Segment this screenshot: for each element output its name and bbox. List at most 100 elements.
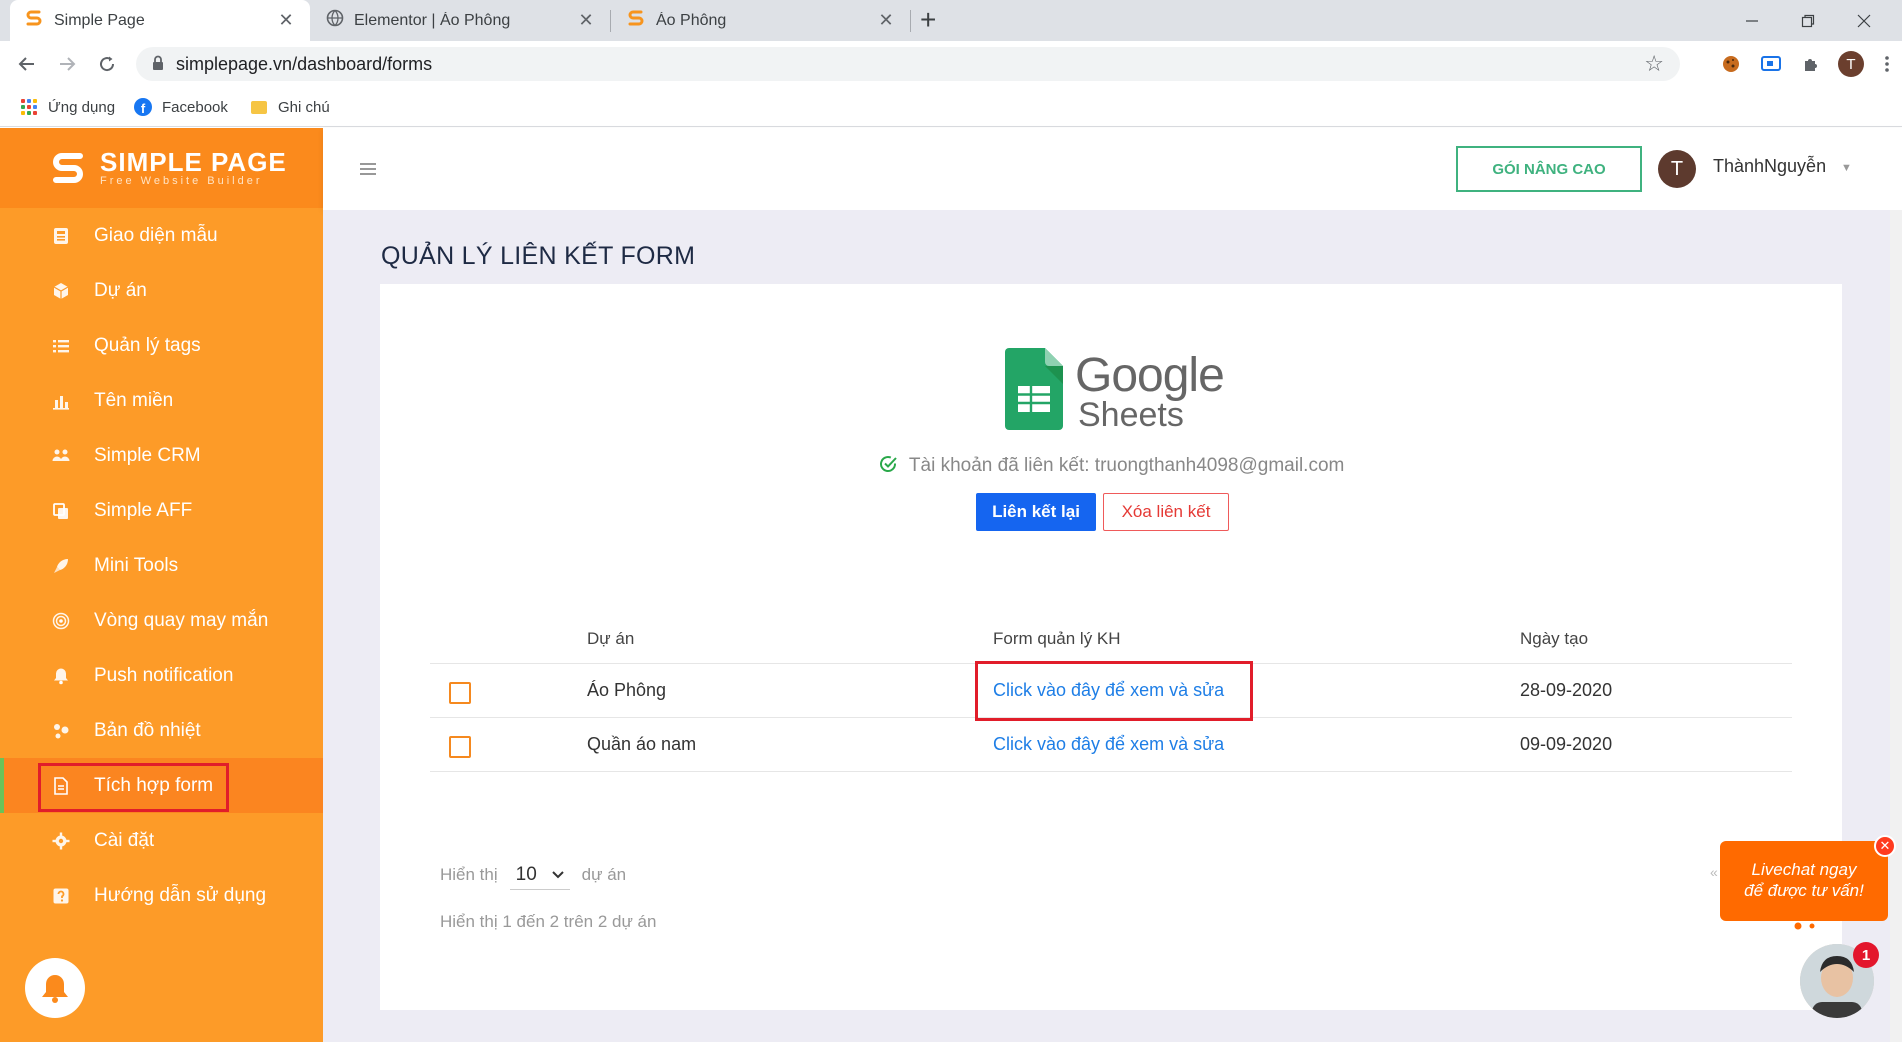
notification-bell-button[interactable] [25,958,85,1018]
sidebar-item-label: Simple CRM [94,444,201,466]
sidebar-item-templates[interactable]: Giao diện mẫu [0,208,323,263]
bar-chart-icon [50,390,72,412]
sidebar-item-label: Vòng quay may mắn [94,609,269,631]
livechat-close-button[interactable]: ✕ [1874,835,1896,857]
project-name: Quần áo nam [587,734,697,754]
brand[interactable]: SIMPLE PAGE Free Website Builder [0,128,323,208]
sidebar-item-push-notification[interactable]: Push notification [0,648,323,703]
table-header: Dự án Form quản lý KH Ngày tạo [430,614,1792,664]
sidebar-item-aff[interactable]: Simple AFF [0,483,323,538]
form-link[interactable]: Click vào đây để xem và sửa [993,718,1224,771]
page-scrollbar[interactable] [1890,210,1902,1042]
list-icon [50,335,72,357]
sidebar-menu: Giao diện mẫu Dự án Quản lý tags Tên miề… [0,208,323,923]
sidebar-item-label: Giao diện mẫu [94,224,218,246]
main-content: QUẢN LÝ LIÊN KẾT FORM Google Sheets Tài … [323,210,1890,1042]
row-checkbox[interactable] [449,681,471,704]
kebab-menu-icon[interactable] [1874,51,1900,77]
row-checkbox[interactable] [449,735,471,758]
sidebar-item-mini-tools[interactable]: Mini Tools [0,538,323,593]
sidebar-item-tags[interactable]: Quản lý tags [0,318,323,373]
google-sheets-logo: Google Sheets [1005,348,1225,438]
browser-tab-bar: Simple Page ✕ Elementor | Áo Phông ✕ Áo … [0,0,1902,41]
chevron-down-icon [551,870,564,878]
chat-tail-dots-icon [1794,922,1815,930]
bookmark-notes[interactable]: Ghi chú [250,95,330,119]
close-window-button[interactable] [1836,0,1892,41]
google-sheets-icon [1005,348,1063,430]
sidebar-item-projects[interactable]: Dự án [0,263,323,318]
pagination-prev-button[interactable]: « [1710,864,1718,880]
tab-close-icon[interactable]: ✕ [276,10,296,31]
sidebar-item-label: Dự án [94,279,147,301]
sidebar-item-label: Bản đồ nhiệt [94,719,201,741]
sidebar-item-lucky-wheel[interactable]: Vòng quay may mắn [0,593,323,648]
tab-close-icon[interactable]: ✕ [876,10,896,31]
highlight-box [975,661,1253,721]
puzzle-extensions-icon[interactable] [1798,51,1824,77]
sidebar-item-settings[interactable]: Cài đặt [0,813,323,868]
forward-button[interactable] [50,47,84,81]
simple-page-favicon-icon [626,8,646,33]
page-title: QUẢN LÝ LIÊN KẾT FORM [381,242,696,270]
sidebar-item-crm[interactable]: Simple CRM [0,428,323,483]
column-header-form: Form quản lý KH [993,628,1121,648]
unit-label: dự án [581,865,627,884]
gear-icon [50,830,72,852]
relink-button[interactable]: Liên kết lại [976,493,1096,531]
bookmark-star-icon[interactable]: ☆ [1644,51,1664,77]
livechat-bubble[interactable]: Livechat ngay để được tư vấn! [1720,841,1888,921]
help-icon [50,885,72,907]
sidebar-item-label: Cài đặt [94,829,155,851]
facebook-icon: f [134,98,152,116]
avatar[interactable]: T [1658,150,1696,188]
livechat-line-2: để được tư vấn! [1744,881,1864,900]
tab-ao-phong[interactable]: Áo Phông ✕ [612,0,910,41]
linked-account-text: Tài khoản đã liên kết: truongthanh4098@g… [908,455,1345,476]
unread-count-badge: 1 [1853,942,1879,968]
sidebar-item-label: Simple AFF [94,499,193,521]
project-name: Áo Phông [587,680,667,700]
row-checkbox-cell [430,718,471,771]
back-button[interactable] [10,47,44,81]
users-icon [50,445,72,467]
profile-avatar[interactable]: T [1838,51,1864,77]
user-name[interactable]: ThànhNguyễn [1713,156,1826,177]
address-bar[interactable]: simplepage.vn/dashboard/forms ☆ [136,47,1680,81]
sidebar-item-heatmap[interactable]: Bản đồ nhiệt [0,703,323,758]
logo-google-text: Google [1075,349,1225,402]
page-size-select[interactable]: 10 [509,860,570,890]
tab-simple-page[interactable]: Simple Page ✕ [10,0,310,41]
cube-icon [50,280,72,302]
maximize-button[interactable] [1780,0,1836,41]
bookmark-apps[interactable]: Ứng dụng [20,95,115,119]
tab-title: Áo Phông [656,11,727,29]
close-icon [1857,14,1871,27]
bookmark-label: Ứng dụng [48,98,116,116]
screen-extension-icon[interactable] [1758,51,1784,77]
sidebar-item-label: Mini Tools [94,554,179,576]
reload-button[interactable] [90,47,124,81]
copy-icon [50,500,72,522]
reload-icon [100,56,115,72]
sidebar-item-help[interactable]: Hướng dẫn sử dụng [0,868,323,923]
menu-toggle-button[interactable] [360,158,376,181]
sidebar-item-label: Tên miền [94,389,174,411]
globe-icon [326,9,344,32]
lock-icon [152,55,164,75]
tab-close-icon[interactable]: ✕ [576,10,596,31]
sidebar-item-label: Push notification [94,664,234,686]
upgrade-button[interactable]: GÓI NÂNG CAO [1456,146,1642,192]
bookmark-facebook[interactable]: f Facebook [134,95,228,119]
unlink-button[interactable]: Xóa liên kết [1103,493,1229,531]
chevron-down-icon[interactable]: ▼ [1841,162,1852,174]
form-link-card: Google Sheets Tài khoản đã liên kết: tru… [380,284,1842,1010]
minimize-button[interactable] [1724,0,1780,41]
hamburger-icon [360,163,376,175]
sidebar-item-domains[interactable]: Tên miền [0,373,323,428]
tab-elementor[interactable]: Elementor | Áo Phông ✕ [312,0,610,41]
bell-icon [42,975,68,1003]
sidebar-item-form-integration[interactable]: Tích hợp form [0,758,323,813]
cookie-extension-icon[interactable] [1718,51,1744,77]
new-tab-button[interactable]: + [920,4,936,36]
